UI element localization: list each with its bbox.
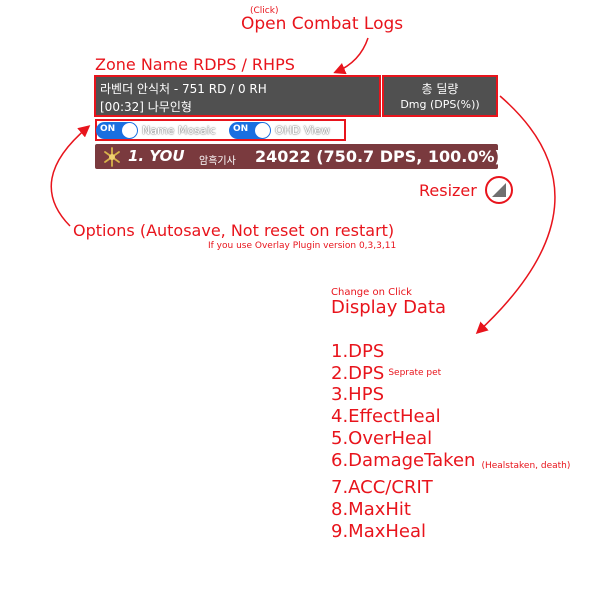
display-data-arrow — [475, 95, 556, 335]
annotation-arrows — [50, 37, 556, 335]
open-logs-arrow — [333, 37, 369, 75]
options-arrow — [50, 125, 91, 227]
